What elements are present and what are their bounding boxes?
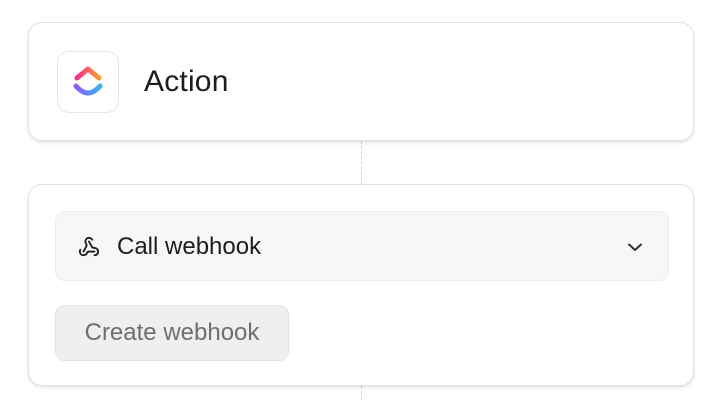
create-webhook-button[interactable]: Create webhook (55, 305, 289, 361)
chevron-down-icon[interactable] (626, 238, 644, 256)
clickup-logo-icon (73, 66, 103, 96)
action-config-card: Call webhook Create webhook (28, 184, 694, 386)
connector-line (361, 386, 362, 400)
workflow-canvas: Action Call webhook Create webhook (0, 0, 714, 400)
action-select-value: Call webhook (117, 233, 262, 260)
action-step-card[interactable]: Action (28, 22, 694, 141)
app-tile (57, 51, 119, 113)
webhook-icon (78, 236, 100, 257)
card-title: Action (144, 65, 229, 98)
connector-line (361, 141, 362, 185)
action-select[interactable]: Call webhook (55, 211, 669, 281)
